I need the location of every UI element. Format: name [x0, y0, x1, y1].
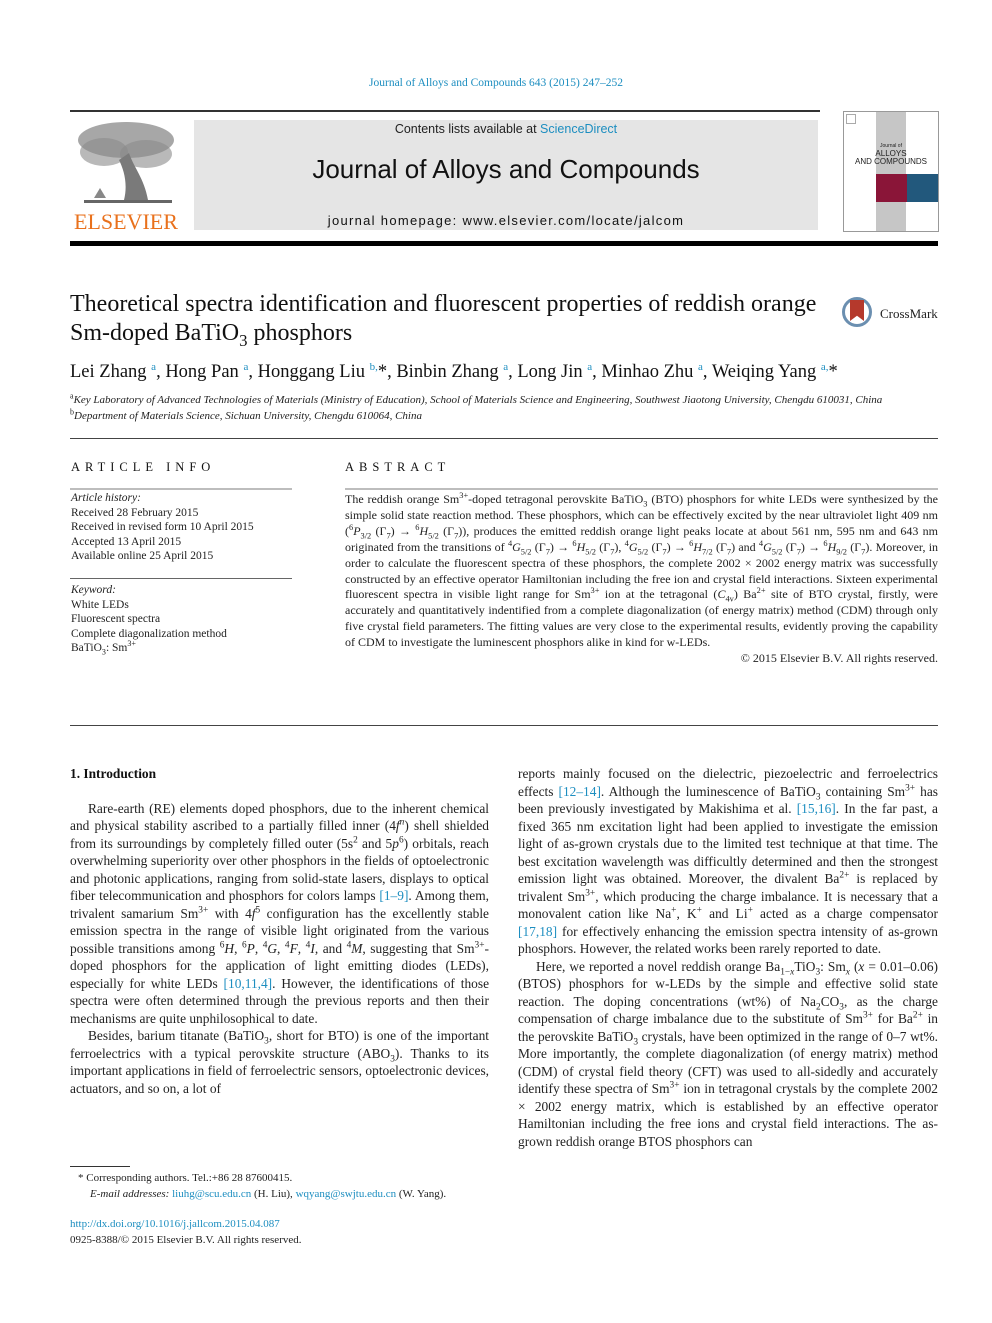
sciencedirect-link[interactable]: ScienceDirect [540, 122, 617, 136]
cover-blue-block [907, 174, 938, 202]
elsevier-logo[interactable]: ELSEVIER [70, 118, 182, 234]
keywords: Keyword: White LEDs Fluorescent spectra … [71, 583, 227, 656]
body-column-right: reports mainly focused on the dielectric… [518, 765, 938, 1150]
issn-copyright: 0925-8388/© 2015 Elsevier B.V. All right… [70, 1234, 302, 1246]
crossmark-label: CrossMark [880, 306, 938, 321]
email-owner: (H. Liu), [251, 1188, 296, 1200]
body-column-left: 1. Introduction Rare-earth (RE) elements… [70, 765, 489, 1097]
corresponding-note: * Corresponding authors. Tel.:+86 28 876… [78, 1172, 293, 1184]
top-divider [70, 110, 820, 112]
article-title: Theoretical spectra identification and f… [70, 291, 817, 350]
cover-title: Journal of ALLOYS AND COMPOUNDS [844, 142, 938, 166]
keywords-label: Keyword: [71, 584, 116, 596]
header-thick-divider [70, 241, 938, 246]
abstract-text: The reddish orange Sm3+-doped tetragonal… [345, 491, 939, 650]
email-link-yang[interactable]: wqyang@swjtu.edu.cn [296, 1188, 397, 1200]
history-received: Received 28 February 2015 [71, 506, 199, 519]
elsevier-tree-icon [78, 122, 174, 203]
keyword-item: Fluorescent spectra [71, 613, 161, 625]
abstract-heading: ABSTRACT [345, 460, 451, 474]
email-owner: (W. Yang). [396, 1188, 447, 1200]
divider [70, 578, 292, 579]
divider [70, 438, 938, 439]
contents-prefix: Contents lists available at [394, 122, 541, 136]
author-list: Lei Zhang a, Hong Pan a, Honggang Liu b,… [70, 360, 838, 382]
body-paragraph: reports mainly focused on the dielectric… [518, 766, 938, 956]
history-online: Available online 25 April 2015 [71, 550, 214, 562]
elsevier-wordmark: ELSEVIER [74, 209, 178, 234]
keyword-item: Complete diagonalization method [71, 627, 227, 640]
crossmark-button[interactable]: CrossMark [842, 297, 942, 333]
affiliation-text: Department of Materials Science, Sichuan… [74, 410, 422, 422]
abstract-body: The reddish orange Sm3+-doped tetragonal… [345, 491, 939, 667]
affiliation-text: Key Laboratory of Advanced Technologies … [73, 394, 883, 406]
journal-cover-thumbnail[interactable]: Journal of ALLOYS AND COMPOUNDS [843, 111, 939, 232]
affiliation-b: bDepartment of Materials Science, Sichua… [70, 408, 950, 422]
doi-block: http://dx.doi.org/10.1016/j.jallcom.2015… [70, 1216, 302, 1248]
article-history: Article history: Received 28 February 20… [71, 491, 254, 564]
divider [70, 725, 938, 726]
article-history-label: Article history: [71, 492, 141, 504]
keyword-item: BaTiO3: Sm3+ [71, 639, 136, 657]
body-paragraph: Besides, barium titanate (BaTiO3, short … [70, 1028, 489, 1096]
journal-reference-link[interactable]: Journal of Alloys and Compounds 643 (201… [0, 77, 992, 89]
footnote-divider [70, 1166, 130, 1167]
body-paragraph: Rare-earth (RE) elements doped phosphors… [70, 800, 490, 1026]
divider [345, 488, 938, 490]
abstract-copyright: © 2015 Elsevier B.V. All rights reserved… [740, 651, 938, 666]
journal-homepage-link[interactable]: journal homepage: www.elsevier.com/locat… [194, 213, 818, 228]
section-heading-introduction: 1. Introduction [70, 766, 157, 781]
email-label: E-mail addresses: [90, 1188, 173, 1200]
email-link-liu[interactable]: liuhg@scu.edu.cn [172, 1188, 251, 1200]
affiliation-a: aKey Laboratory of Advanced Technologies… [70, 392, 950, 406]
journal-title: Journal of Alloys and Compounds [312, 154, 700, 184]
cover-grey-band [876, 112, 906, 231]
contents-line: Contents lists available at ScienceDirec… [194, 122, 818, 136]
cover-red-block [876, 174, 907, 202]
cover-publisher-icon [846, 114, 856, 124]
divider [70, 488, 292, 490]
doi-link[interactable]: http://dx.doi.org/10.1016/j.jallcom.2015… [70, 1216, 302, 1232]
body-paragraph: Here, we reported a novel reddish orange… [518, 958, 939, 1149]
email-line: E-mail addresses: liuhg@scu.edu.cn (H. L… [78, 1186, 446, 1202]
history-accepted: Accepted 13 April 2015 [71, 535, 182, 548]
cover-title-line3: AND COMPOUNDS [854, 157, 927, 166]
history-revised: Received in revised form 10 April 2015 [71, 521, 254, 533]
corresponding-author-footnote: * Corresponding authors. Tel.:+86 28 876… [78, 1170, 446, 1202]
article-info-heading: ARTICLE INFO [71, 460, 216, 474]
keyword-item: White LEDs [71, 598, 129, 611]
